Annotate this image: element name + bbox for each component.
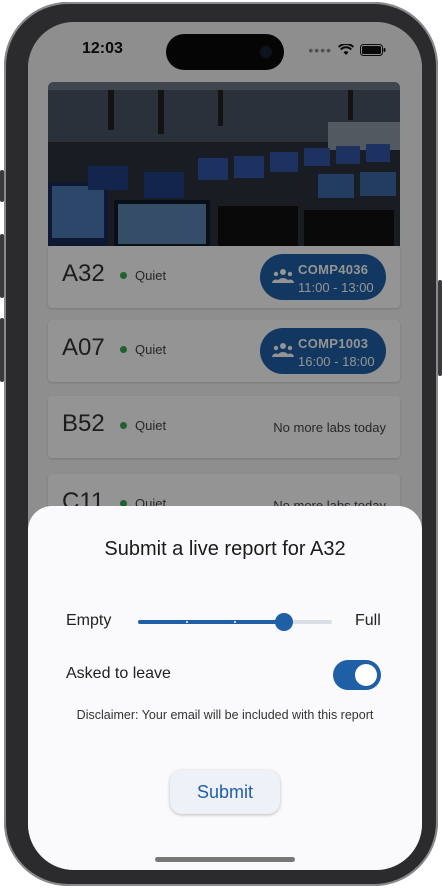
volume-down-button	[0, 318, 4, 382]
action-button	[0, 170, 4, 202]
slider-fill	[138, 620, 284, 624]
live-report-sheet: Submit a live report for A32 Empty Full …	[28, 506, 422, 870]
volume-up-button	[0, 234, 4, 298]
submit-button[interactable]: Submit	[170, 770, 280, 814]
asked-to-leave-label: Asked to leave	[66, 665, 171, 682]
slider-tick	[186, 621, 188, 623]
asked-to-leave-toggle[interactable]	[333, 660, 381, 690]
power-button	[438, 280, 442, 376]
occupancy-slider[interactable]	[138, 613, 332, 631]
slider-max-label: Full	[355, 612, 381, 629]
disclaimer-text: Disclaimer: Your email will be included …	[76, 708, 374, 722]
home-indicator[interactable]	[155, 857, 295, 862]
slider-tick	[234, 621, 236, 623]
slider-thumb[interactable]	[274, 613, 293, 631]
slider-min-label: Empty	[66, 612, 112, 629]
screen: 12:03 •••• A32 Quiet COMP4036 11:00 - 13…	[28, 22, 422, 870]
phone-frame: 12:03 •••• A32 Quiet COMP4036 11:00 - 13…	[0, 2, 442, 886]
toggle-knob	[355, 664, 377, 686]
sheet-title: Submit a live report for A32	[104, 538, 346, 560]
